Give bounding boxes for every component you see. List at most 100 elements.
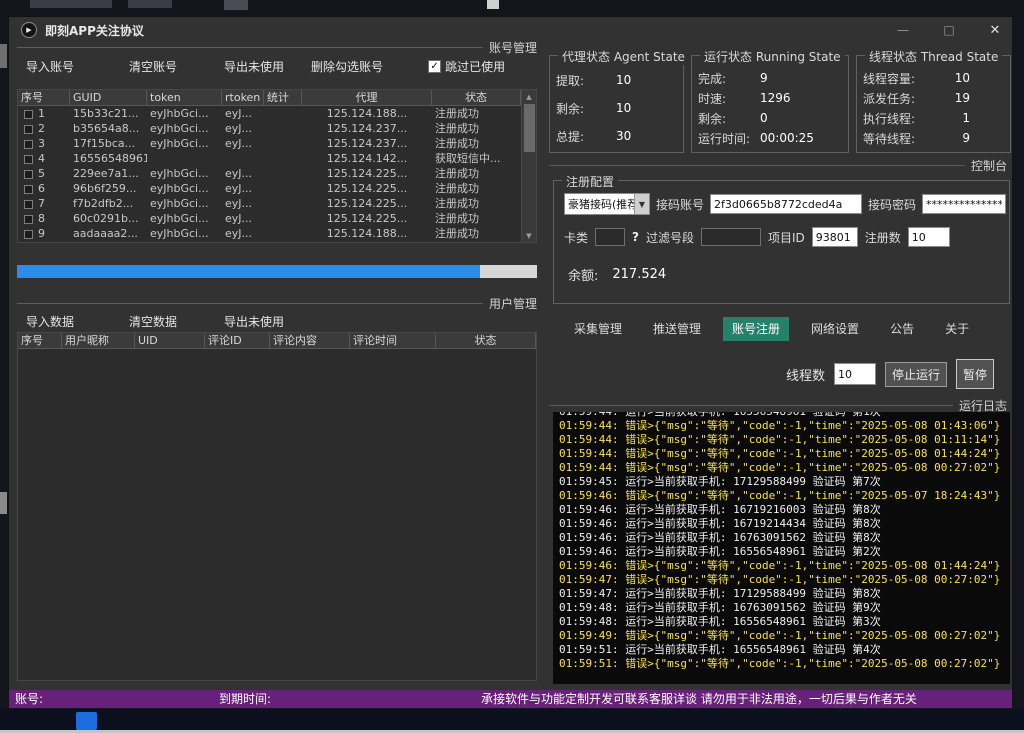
column-header[interactable]: 序号 (18, 90, 70, 106)
log-label: 运行日志 (959, 397, 1007, 414)
desktop: ▶ 即刻APP关注协议 — □ ✕ 账号管理 导入账号 清空账号 导出未使用 删… (0, 0, 1024, 733)
row-checkbox[interactable] (24, 140, 33, 149)
window-controls: — □ ✕ (894, 17, 1004, 43)
register-count-input[interactable] (908, 227, 950, 247)
console-tab[interactable]: 网络设置 (802, 317, 868, 341)
column-header[interactable]: 评论时间 (350, 333, 436, 349)
scrollbar[interactable]: ▲ ▼ (521, 90, 536, 242)
delete-checked-accounts-button[interactable]: 删除勾选账号 (311, 58, 383, 75)
start-button[interactable] (76, 712, 97, 730)
table-cell: b35654a8... (70, 121, 147, 136)
column-header[interactable]: UID (135, 333, 205, 349)
help-icon[interactable]: ? (632, 230, 639, 244)
log-line: 01:59:44: 错误>{"msg":"等待","code":-1,"time… (559, 447, 1010, 461)
table-row[interactable]: 9aadaaaa2...eyJhbGci...eyJ...125.124.188… (18, 226, 521, 241)
table-row[interactable]: 416556548961125.124.142...获取短信中... (18, 151, 521, 166)
console-tab[interactable]: 账号注册 (723, 317, 789, 341)
column-header[interactable]: GUID (70, 90, 147, 106)
stop-run-button[interactable]: 停止运行 (885, 362, 947, 387)
log-line: 01:59:46: 错误>{"msg":"等待","code":-1,"time… (559, 559, 1010, 573)
run-log[interactable]: 01:59:44: 运行>当前获取手机: 16556548961 验证码 第1次… (553, 412, 1010, 684)
log-line: 01:59:44: 错误>{"msg":"等待","code":-1,"time… (559, 419, 1010, 433)
sms-provider-select[interactable]: 豪猪接码(推荐 ▼ (564, 193, 650, 215)
column-header[interactable]: 代理 (302, 90, 432, 106)
export-unused-data-button[interactable]: 导出未使用 (224, 313, 284, 330)
table-row[interactable]: 5229ee7a1...eyJhbGci...eyJ...125.124.225… (18, 166, 521, 181)
table-row[interactable]: 2b35654a8...eyJhbGci...eyJ...125.124.237… (18, 121, 521, 136)
log-line: 01:59:49: 错误>{"msg":"等待","code":-1,"time… (559, 629, 1010, 643)
table-cell: 125.124.225... (302, 196, 432, 211)
account-table[interactable]: 序号GUIDtokenrtoken统计代理状态 115b33c21...eyJh… (17, 89, 537, 243)
column-header[interactable]: 序号 (18, 333, 62, 349)
column-header[interactable]: 统计 (264, 90, 302, 106)
close-button[interactable]: ✕ (986, 23, 1004, 38)
clear-data-button[interactable]: 清空数据 (129, 313, 177, 330)
console-tab[interactable]: 推送管理 (644, 317, 710, 341)
table-cell: 注册成功 (432, 166, 521, 181)
table-row[interactable]: 696b6f259...eyJhbGci...eyJ...125.124.225… (18, 181, 521, 196)
state-item: 等待线程:9 (857, 128, 1010, 148)
card-type-input[interactable] (595, 228, 625, 246)
state-item-label: 运行时间: (698, 130, 760, 147)
state-item-label: 剩余: (698, 110, 760, 127)
row-checkbox[interactable] (24, 125, 33, 134)
table-cell (264, 211, 302, 226)
log-line: 01:59:47: 错误>{"msg":"等待","code":-1,"time… (559, 573, 1010, 587)
sms-account-input[interactable] (710, 194, 862, 214)
pause-button[interactable]: 暂停 (956, 359, 994, 389)
project-id-input[interactable] (812, 227, 858, 247)
minimize-button[interactable]: — (894, 23, 912, 37)
column-header[interactable]: 评论内容 (270, 333, 350, 349)
import-accounts-button[interactable]: 导入账号 (26, 58, 74, 75)
register-config-box: 注册配置 豪猪接码(推荐 ▼ 接码账号 接码密码 卡类 ? 过滤号段 项目ID (553, 180, 1010, 304)
row-number: 4 (38, 152, 45, 165)
console-tab[interactable]: 公告 (881, 317, 923, 341)
scroll-down-icon[interactable]: ▼ (522, 229, 536, 242)
export-unused-accounts-button[interactable]: 导出未使用 (224, 58, 284, 75)
column-header[interactable]: 状态 (432, 90, 521, 106)
sms-password-input[interactable] (922, 194, 1006, 214)
column-header[interactable]: rtoken (222, 90, 264, 106)
state-item: 线程容量:10 (857, 68, 1010, 88)
table-row[interactable]: 115b33c21...eyJhbGci...eyJ...125.124.188… (18, 106, 521, 121)
row-checkbox[interactable] (24, 230, 33, 239)
column-header[interactable]: token (147, 90, 222, 106)
desktop-fragment (0, 44, 7, 68)
column-header[interactable]: 评论ID (205, 333, 270, 349)
column-header[interactable]: 用户昵称 (62, 333, 135, 349)
console-tab[interactable]: 关于 (936, 317, 978, 341)
row-checkbox[interactable] (24, 215, 33, 224)
row-checkbox[interactable] (24, 200, 33, 209)
row-checkbox[interactable] (24, 185, 33, 194)
row-checkbox[interactable] (24, 155, 33, 164)
chevron-down-icon[interactable]: ▼ (634, 194, 649, 214)
user-table[interactable]: 序号用户昵称UID评论ID评论内容评论时间状态 (17, 332, 537, 681)
import-data-button[interactable]: 导入数据 (26, 313, 74, 330)
console-tab[interactable]: 采集管理 (565, 317, 631, 341)
skip-used-checkbox[interactable]: ✓ 跳过已使用 (428, 58, 505, 75)
progress-fill (17, 265, 480, 278)
account-table-header: 序号GUIDtokenrtoken统计代理状态 (18, 90, 521, 106)
table-cell (264, 166, 302, 181)
maximize-button[interactable]: □ (940, 23, 958, 37)
scroll-up-icon[interactable]: ▲ (522, 90, 536, 103)
column-header[interactable]: 状态 (436, 333, 536, 349)
table-row[interactable]: 860c0291b...eyJhbGci...eyJ...125.124.225… (18, 211, 521, 226)
scrollbar-thumb[interactable] (524, 104, 535, 152)
table-row[interactable]: 317f15bca...eyJhbGci...eyJ...125.124.237… (18, 136, 521, 151)
row-checkbox[interactable] (24, 170, 33, 179)
row-checkbox[interactable] (24, 110, 33, 119)
agent-state-box: 代理状态 Agent State 提取:10剩余:10总提:30 (549, 55, 684, 153)
state-item: 剩余:10 (550, 94, 683, 122)
clear-accounts-button[interactable]: 清空账号 (129, 58, 177, 75)
state-item-value: 30 (616, 129, 631, 143)
row-number: 8 (38, 212, 45, 225)
account-table-body: 115b33c21...eyJhbGci...eyJ...125.124.188… (18, 106, 521, 241)
table-cell: eyJhbGci... (147, 136, 222, 151)
state-item-label: 剩余: (556, 100, 602, 117)
thread-count-input[interactable] (834, 363, 876, 385)
status-bar: 账号: 到期时间: 承接软件与功能定制开发可联系客服详谈 请勿用于非法用途，一切… (9, 690, 1012, 708)
table-cell: 125.124.237... (302, 121, 432, 136)
table-row[interactable]: 7f7b2dfb2...eyJhbGci...eyJ...125.124.225… (18, 196, 521, 211)
filter-segment-input[interactable] (701, 228, 761, 246)
